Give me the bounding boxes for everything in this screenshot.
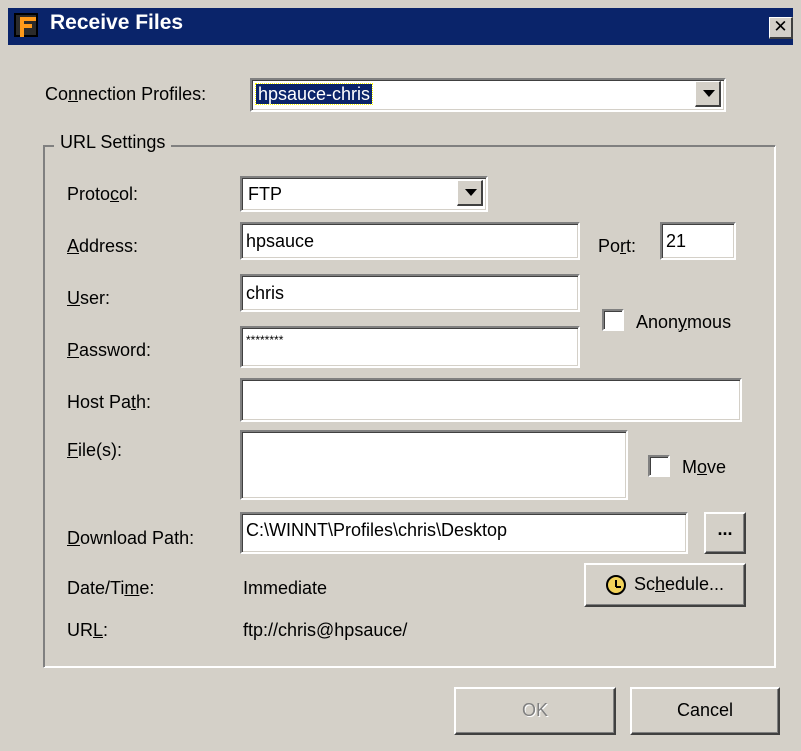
clock-icon bbox=[605, 575, 626, 596]
app-icon bbox=[14, 13, 38, 37]
close-button[interactable]: ✕ bbox=[769, 17, 793, 39]
protocol-value: FTP bbox=[248, 184, 282, 204]
user-value: chris bbox=[246, 283, 285, 303]
cancel-button[interactable]: Cancel bbox=[630, 687, 780, 735]
url-settings-title: URL Settings bbox=[54, 132, 172, 153]
protocol-label: Protocol: bbox=[67, 184, 139, 204]
port-label: Port: bbox=[598, 236, 637, 256]
user-input[interactable]: chris bbox=[240, 274, 580, 312]
schedule-button[interactable]: Schedule... bbox=[584, 563, 746, 607]
url-label: URL: bbox=[67, 620, 109, 640]
password-label: Password: bbox=[67, 340, 152, 360]
ok-button[interactable]: OK bbox=[454, 687, 616, 735]
connection-profiles-label: Connection Profiles: bbox=[45, 84, 207, 104]
close-icon: ✕ bbox=[773, 17, 788, 36]
protocol-select[interactable]: FTP bbox=[240, 176, 488, 212]
ok-label: OK bbox=[521, 700, 548, 720]
connection-profiles-dropdown-button[interactable] bbox=[695, 81, 721, 107]
download-path-input[interactable]: C:\WINNT\Profiles\chris\Desktop bbox=[240, 512, 688, 554]
anonymous-label[interactable]: Anonymous bbox=[636, 312, 731, 333]
connection-profiles-select[interactable]: hpsauce-chris bbox=[250, 78, 726, 112]
datetime-label: Date/Time: bbox=[67, 578, 155, 598]
host-path-label: Host Path: bbox=[67, 392, 152, 412]
files-label: File(s): bbox=[67, 440, 122, 460]
protocol-dropdown-button[interactable] bbox=[457, 180, 483, 206]
files-input[interactable] bbox=[240, 430, 628, 500]
window-title: Receive Files bbox=[50, 11, 184, 34]
move-checkbox[interactable] bbox=[648, 455, 670, 477]
address-input[interactable]: hpsauce bbox=[240, 222, 580, 260]
download-path-label: Download Path: bbox=[67, 528, 195, 548]
connection-profiles-value: hpsauce-chris bbox=[254, 83, 374, 105]
host-path-input[interactable] bbox=[240, 378, 742, 422]
move-label[interactable]: Move bbox=[682, 457, 726, 478]
password-value: ******** bbox=[246, 333, 284, 347]
user-label: User: bbox=[67, 288, 111, 308]
port-value: 21 bbox=[666, 231, 687, 251]
address-value: hpsauce bbox=[246, 231, 315, 251]
datetime-value: Immediate bbox=[243, 578, 328, 598]
address-label: Address: bbox=[67, 236, 139, 256]
anonymous-checkbox[interactable] bbox=[602, 309, 624, 331]
browse-label: ... bbox=[717, 519, 733, 539]
download-path-value: C:\WINNT\Profiles\chris\Desktop bbox=[246, 520, 508, 540]
cancel-label: Cancel bbox=[676, 700, 734, 720]
browse-button[interactable]: ... bbox=[704, 512, 746, 554]
url-value: ftp://chris@hpsauce/ bbox=[243, 620, 408, 640]
port-input[interactable]: 21 bbox=[660, 222, 736, 260]
password-input[interactable]: ******** bbox=[240, 326, 580, 368]
